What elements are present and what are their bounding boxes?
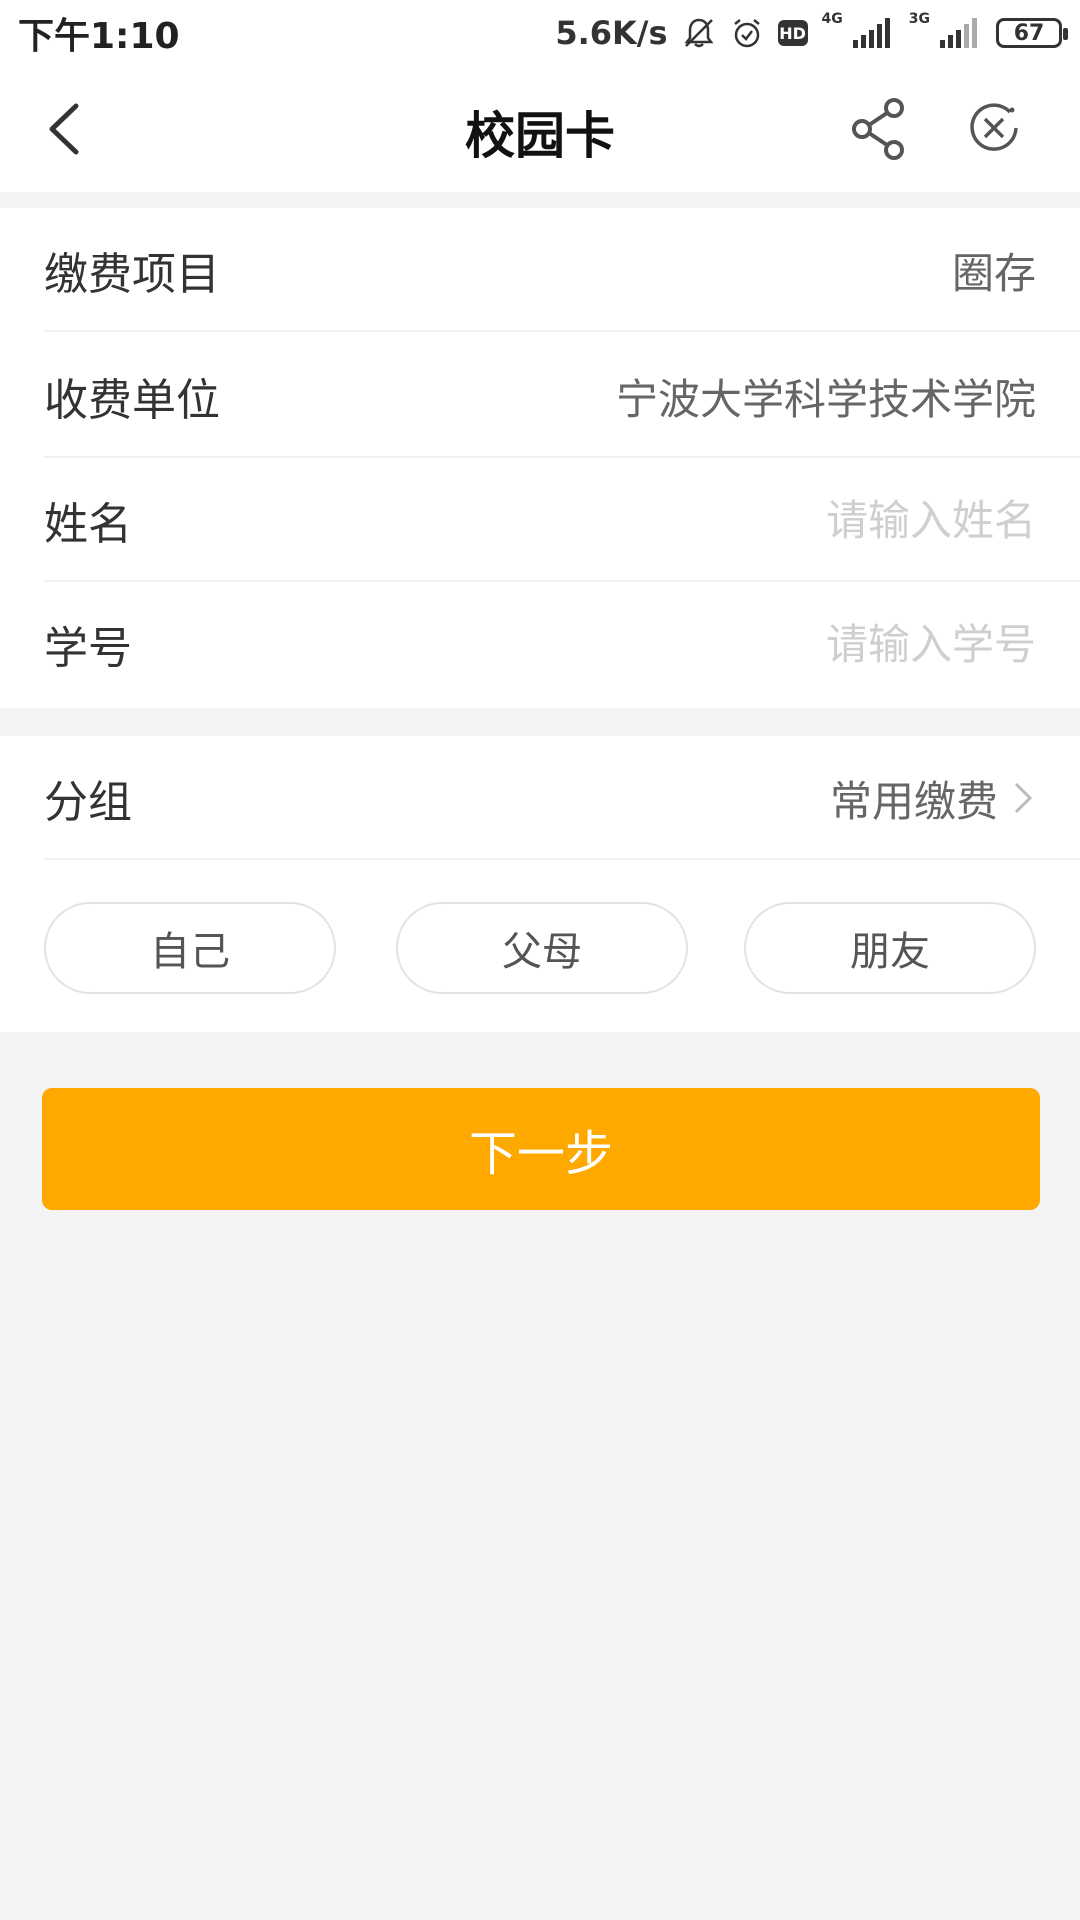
- battery-icon: 67: [996, 18, 1068, 48]
- row-payee: 收费单位 宁波大学科学技术学院: [0, 334, 1080, 458]
- group-chips: 自己 父母 朋友: [44, 902, 1036, 994]
- network-4g-label: 4G: [821, 11, 843, 27]
- back-arrow-icon: [49, 103, 79, 155]
- signal-icon-2: [938, 18, 982, 48]
- payment-item-label: 缴费项目: [44, 249, 220, 300]
- hd-icon: HD: [777, 20, 808, 46]
- network-speed: 5.6K/s: [555, 14, 668, 52]
- row-payment-item: 缴费项目 圈存: [0, 208, 1080, 332]
- share-button[interactable]: [848, 96, 910, 162]
- payee-label: 收费单位: [44, 375, 220, 426]
- student-id-label: 学号: [44, 623, 132, 674]
- chevron-right-icon: [1014, 782, 1033, 814]
- divider: [44, 858, 1080, 860]
- close-circle-icon: [970, 103, 1018, 151]
- close-button[interactable]: [966, 100, 1022, 156]
- group-value: 常用缴费: [829, 776, 998, 826]
- next-step-button[interactable]: 下一步: [42, 1088, 1040, 1210]
- chip-parents[interactable]: 父母: [396, 902, 688, 994]
- group-section: 分组 常用缴费 自己 父母 朋友: [0, 736, 1080, 1032]
- bell-muted-icon: [682, 16, 716, 50]
- status-bar: 下午1:10 5.6K/s HD 4G 3G 67: [0, 0, 1080, 66]
- name-input[interactable]: [436, 495, 1036, 545]
- row-name: 姓名: [0, 458, 1080, 582]
- network-3g-label: 3G: [908, 11, 930, 27]
- nav-bar: 校园卡: [0, 66, 1080, 192]
- signal-icon: [851, 18, 895, 48]
- group-label: 分组: [44, 777, 132, 828]
- row-group[interactable]: 分组 常用缴费: [0, 736, 1080, 860]
- alarm-icon: [730, 16, 764, 50]
- divider: [44, 330, 1080, 332]
- status-time: 下午1:10: [18, 16, 180, 57]
- back-button[interactable]: [40, 96, 100, 162]
- student-id-input[interactable]: [436, 619, 1036, 669]
- page-title: 校园卡: [465, 107, 615, 165]
- chip-self[interactable]: 自己: [44, 902, 336, 994]
- name-label: 姓名: [44, 499, 132, 550]
- payment-item-value: 圈存: [951, 248, 1036, 298]
- status-icons: 5.6K/s HD 4G 3G 67: [555, 11, 1068, 52]
- payee-value: 宁波大学科学技术学院: [615, 374, 1036, 424]
- chip-friends[interactable]: 朋友: [744, 902, 1036, 994]
- payment-form: 缴费项目 圈存 收费单位 宁波大学科学技术学院 姓名 学号: [0, 208, 1080, 708]
- row-student-id: 学号: [0, 582, 1080, 706]
- group-selector[interactable]: 常用缴费: [830, 768, 1036, 829]
- share-icon: [852, 98, 904, 160]
